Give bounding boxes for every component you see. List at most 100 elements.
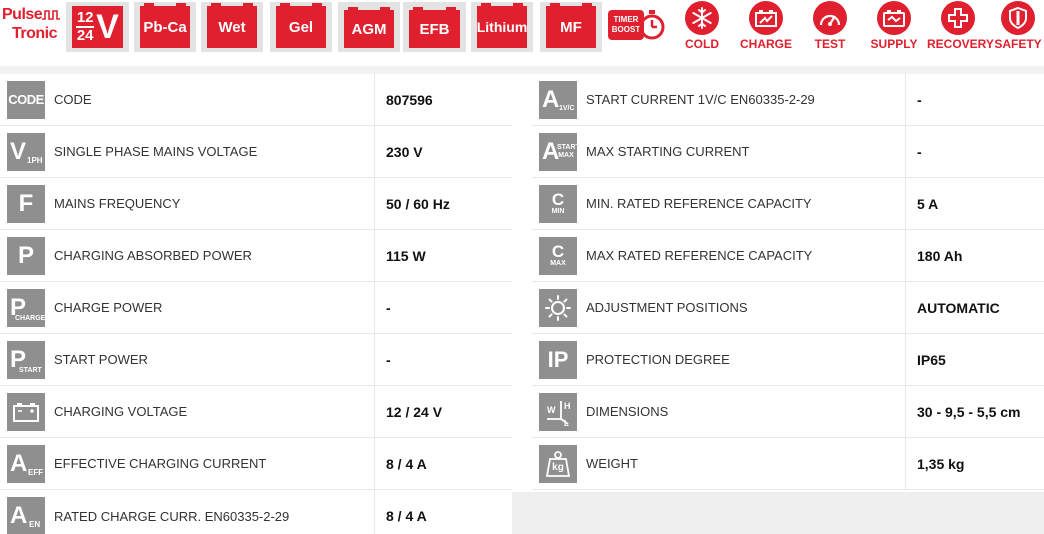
- spec-label: DIMENSIONS: [584, 386, 906, 437]
- feature-test: TEST: [799, 1, 861, 53]
- spec-label: MIN. RATED REFERENCE CAPACITY: [584, 178, 906, 229]
- adjust-icon: [539, 288, 577, 327]
- ip-icon: IP: [539, 340, 577, 379]
- battery-charge-icon: [755, 10, 777, 27]
- spec-row: ADJUSTMENT POSITIONS AUTOMATIC: [532, 282, 1044, 334]
- current-eff-icon: A EFF: [7, 444, 45, 483]
- cmax-icon: C MAX: [539, 236, 577, 275]
- spec-value: 5 A: [917, 195, 939, 212]
- cmin-icon: C MIN: [539, 184, 577, 223]
- feature-safety-label: SAFETY: [994, 37, 1042, 51]
- spec-value: -: [386, 299, 391, 316]
- frequency-icon: F: [7, 184, 45, 223]
- spec-label: CODE: [52, 74, 375, 125]
- tile-lithium: Lithium: [471, 2, 533, 52]
- gauge-icon: [819, 14, 841, 26]
- spec-value: 1,35 kg: [917, 455, 965, 472]
- spec-label: SINGLE PHASE MAINS VOLTAGE: [52, 126, 375, 177]
- brand-logo: Pulse Tronic: [2, 6, 60, 48]
- spec-label: ADJUSTMENT POSITIONS: [584, 282, 906, 333]
- charge-power-icon: P CHARGE: [7, 288, 45, 327]
- tile-voltage-top: 12: [76, 9, 94, 26]
- code-icon: CODE: [7, 80, 45, 119]
- spec-value: 12 / 24 V: [386, 403, 443, 420]
- spec-value: 180 Ah: [917, 247, 963, 264]
- spec-table-left: CODE CODE 807596 V 1PH SINGLE PHASE MAIN…: [0, 74, 512, 534]
- tile-mf: MF: [540, 2, 602, 52]
- spec-row: C MAX MAX RATED REFERENCE CAPACITY 180 A…: [532, 230, 1044, 282]
- tile-voltage-unit: V: [96, 8, 119, 46]
- feature-cold-label: COLD: [685, 37, 719, 51]
- svg-text:W: W: [547, 405, 556, 415]
- spec-label: CHARGING VOLTAGE: [52, 386, 375, 437]
- tile-pbca-label: Pb-Ca: [143, 18, 187, 36]
- spec-label: MAINS FREQUENCY: [52, 178, 375, 229]
- feature-test-label: TEST: [814, 37, 846, 51]
- weight-icon: kg: [539, 444, 577, 483]
- feature-safety: SAFETY: [990, 1, 1044, 53]
- spec-row: F MAINS FREQUENCY 50 / 60 Hz: [0, 178, 512, 230]
- shield-icon: [1009, 7, 1027, 29]
- svg-text:H: H: [564, 401, 571, 411]
- spec-value: 8 / 4 A: [386, 455, 427, 472]
- feature-recovery-label: RECOVERY: [927, 37, 994, 51]
- spec-label: PROTECTION DEGREE: [584, 334, 906, 385]
- tile-voltage: 12 24 V: [66, 2, 129, 52]
- cross-icon: [948, 8, 968, 28]
- battery-supply-icon: [883, 10, 905, 27]
- stopwatch-icon: [639, 10, 665, 40]
- spec-row: A START MAX MAX STARTING CURRENT -: [532, 126, 1044, 178]
- snowflake-icon: [692, 7, 712, 29]
- spec-row: CHARGING VOLTAGE 12 / 24 V: [0, 386, 512, 438]
- spec-label: START CURRENT 1V/C EN60335-2-29: [584, 74, 906, 125]
- tile-mf-label: MF: [560, 18, 582, 36]
- battery-icon: [7, 392, 45, 431]
- feature-bar: Pulse Tronic 12 24 V Pb-Ca Wet Gel AGM E…: [0, 0, 1044, 58]
- spec-row: C MIN MIN. RATED REFERENCE CAPACITY 5 A: [532, 178, 1044, 230]
- max-start-icon: A START MAX: [539, 132, 580, 171]
- spec-row: P CHARGING ABSORBED POWER 115 W: [0, 230, 512, 282]
- pulse-wave-icon: [42, 10, 60, 20]
- spec-label: MAX STARTING CURRENT: [584, 126, 906, 177]
- spec-value: IP65: [917, 351, 946, 368]
- tile-efb-label: EFB: [419, 20, 450, 38]
- tile-wet: Wet: [201, 2, 263, 52]
- spec-value: 30 - 9,5 - 5,5 cm: [917, 403, 1021, 420]
- tile-efb: EFB: [403, 2, 466, 52]
- voltage-1ph-icon: V 1PH: [7, 132, 45, 171]
- spec-row: kg WEIGHT 1,35 kg: [532, 438, 1044, 490]
- current-en-icon: A EN: [7, 497, 45, 534]
- tile-lithium-label: Lithium: [476, 19, 528, 35]
- svg-text:L: L: [564, 419, 569, 427]
- tile-gel: Gel: [270, 2, 332, 52]
- spec-label: EFFECTIVE CHARGING CURRENT: [52, 438, 375, 489]
- spec-label: START POWER: [52, 334, 375, 385]
- spec-value: -: [917, 91, 922, 108]
- feature-supply: SUPPLY: [863, 1, 925, 53]
- spec-value: 50 / 60 Hz: [386, 195, 450, 212]
- tile-wet-label: Wet: [218, 18, 246, 36]
- spec-value: 115 W: [386, 247, 426, 264]
- feature-cold: COLD: [671, 1, 733, 53]
- timer-boost: TIMER BOOST: [608, 6, 668, 48]
- tile-agm: AGM: [338, 2, 400, 52]
- spec-row: P CHARGE CHARGE POWER -: [0, 282, 512, 334]
- spec-value: -: [917, 143, 922, 160]
- dimensions-icon: W H L: [539, 392, 577, 431]
- spec-row: IP PROTECTION DEGREE IP65: [532, 334, 1044, 386]
- spec-value: -: [386, 351, 391, 368]
- tile-agm-label: AGM: [351, 20, 387, 38]
- spec-label: CHARGE POWER: [52, 282, 375, 333]
- spec-row: P START START POWER -: [0, 334, 512, 386]
- tile-voltage-bottom: 24: [76, 27, 94, 44]
- spec-row: A EFF EFFECTIVE CHARGING CURRENT 8 / 4 A: [0, 438, 512, 490]
- feature-recovery: RECOVERY: [927, 1, 994, 53]
- feature-supply-label: SUPPLY: [870, 37, 918, 51]
- spec-value: 807596: [386, 91, 433, 108]
- start-current-icon: A 1V/C: [539, 80, 577, 119]
- spec-value: 230 V: [386, 143, 423, 160]
- spec-table-right: A 1V/C START CURRENT 1V/C EN60335-2-29 -…: [532, 74, 1044, 490]
- feature-charge-label: CHARGE: [739, 37, 792, 51]
- spec-row: A EN RATED CHARGE CURR. EN60335-2-29 8 /…: [0, 490, 512, 534]
- spec-row: V 1PH SINGLE PHASE MAINS VOLTAGE 230 V: [0, 126, 512, 178]
